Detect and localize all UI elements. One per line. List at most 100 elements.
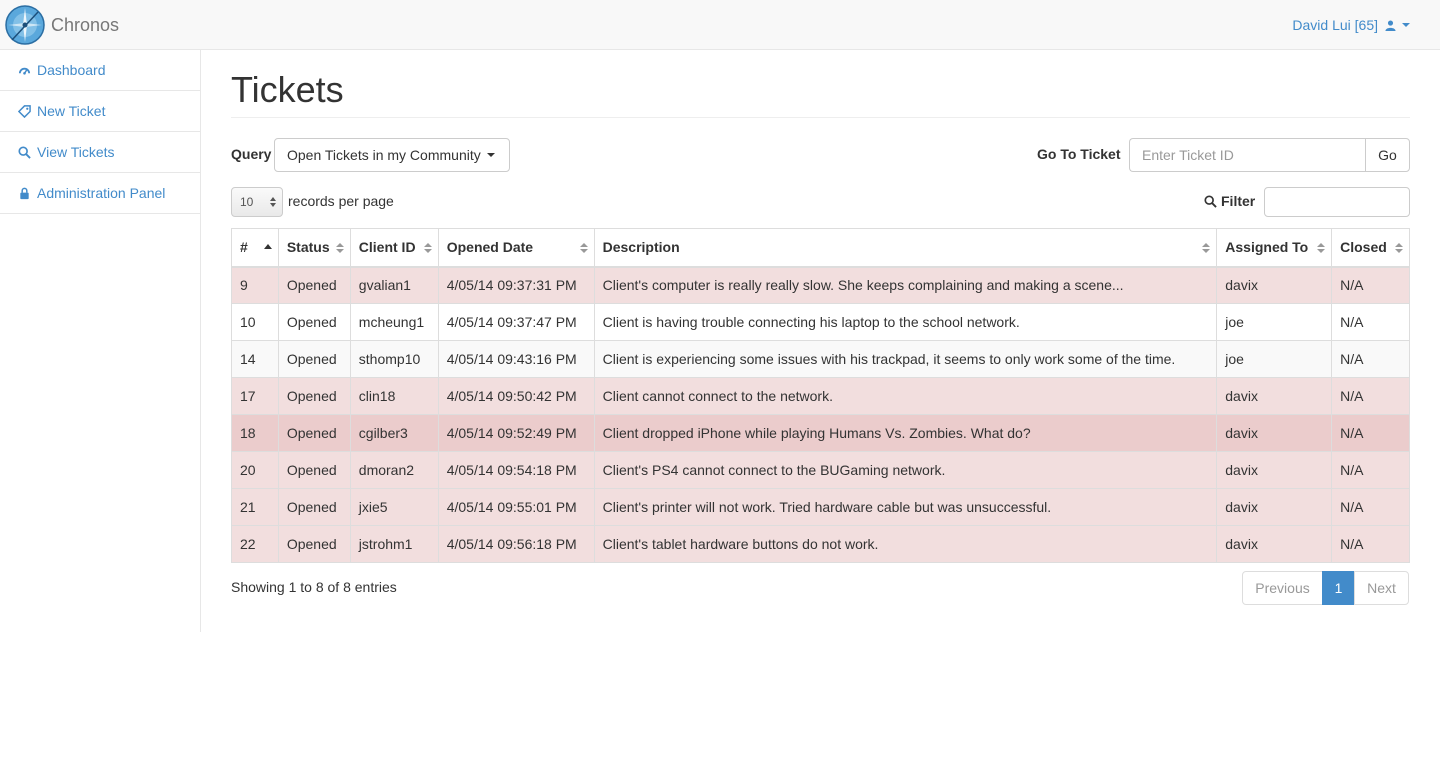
cell-assigned-to: davix xyxy=(1216,451,1333,489)
user-menu[interactable]: David Lui [65] xyxy=(1292,0,1410,50)
brand[interactable]: Chronos xyxy=(4,3,119,47)
cell-id: 21 xyxy=(231,488,279,526)
cell-client-id: mcheung1 xyxy=(349,303,439,341)
cell-id: 17 xyxy=(231,377,279,415)
user-icon xyxy=(1385,19,1396,31)
cell-closed: N/A xyxy=(1331,266,1410,304)
cell-client-id: gvalian1 xyxy=(349,266,439,304)
table-row[interactable]: 9 Opened gvalian1 4/05/14 09:37:31 PM Cl… xyxy=(231,266,1410,304)
cell-status: Opened xyxy=(277,525,351,563)
cell-opened-date: 4/05/14 09:37:31 PM xyxy=(437,266,595,304)
chronos-logo-icon xyxy=(5,5,45,45)
table-row[interactable]: 10 Opened mcheung1 4/05/14 09:37:47 PM C… xyxy=(231,303,1410,341)
table-row[interactable]: 17 Opened clin18 4/05/14 09:50:42 PM Cli… xyxy=(231,377,1410,415)
cell-id: 22 xyxy=(231,525,279,563)
cell-assigned-to: davix xyxy=(1216,488,1333,526)
tickets-table: # Status Client ID Opened Date Descripti… xyxy=(231,228,1410,563)
sidebar-item-dashboard[interactable]: Dashboard xyxy=(0,50,200,91)
cell-opened-date: 4/05/14 09:43:16 PM xyxy=(437,340,595,378)
query-selected-value: Open Tickets in my Community xyxy=(287,147,481,163)
table-row[interactable]: 21 Opened jxie5 4/05/14 09:55:01 PM Clie… xyxy=(231,488,1410,526)
cell-closed: N/A xyxy=(1331,488,1410,526)
page-1-button[interactable]: 1 xyxy=(1322,571,1355,605)
sidebar-item-view-tickets[interactable]: View Tickets xyxy=(0,132,200,173)
cell-assigned-to: joe xyxy=(1216,303,1333,341)
sidebar-item-label: Administration Panel xyxy=(37,185,166,201)
cell-closed: N/A xyxy=(1331,525,1410,563)
table-row[interactable]: 22 Opened jstrohm1 4/05/14 09:56:18 PM C… xyxy=(231,525,1410,563)
sort-icon xyxy=(1395,243,1403,253)
cell-id: 10 xyxy=(231,303,279,341)
previous-page-button[interactable]: Previous xyxy=(1242,571,1323,605)
cell-client-id: sthomp10 xyxy=(349,340,439,378)
page-title: Tickets xyxy=(231,69,344,110)
sort-icon xyxy=(1202,243,1211,253)
cell-opened-date: 4/05/14 09:55:01 PM xyxy=(437,488,595,526)
column-header-assigned-to[interactable]: Assigned To xyxy=(1216,228,1333,268)
user-name: David Lui [65] xyxy=(1292,17,1378,33)
sidebar-item-label: View Tickets xyxy=(37,144,115,160)
cell-assigned-to: davix xyxy=(1216,266,1333,304)
sidebar-item-new-ticket[interactable]: New Ticket xyxy=(0,91,200,132)
go-button[interactable]: Go xyxy=(1365,138,1410,172)
cell-description: Client dropped iPhone while playing Huma… xyxy=(593,414,1218,452)
sort-icon xyxy=(579,243,588,253)
query-label: Query xyxy=(231,146,272,162)
cell-status: Opened xyxy=(277,266,351,304)
sort-asc-icon xyxy=(263,244,272,249)
records-per-page-select[interactable]: 10 xyxy=(231,187,283,217)
cell-assigned-to: davix xyxy=(1216,414,1333,452)
cell-status: Opened xyxy=(277,303,351,341)
chevron-down-icon xyxy=(1402,23,1410,27)
cell-status: Opened xyxy=(277,488,351,526)
cell-id: 9 xyxy=(231,266,279,304)
sort-icon xyxy=(423,243,432,253)
column-header-closed[interactable]: Closed xyxy=(1331,228,1410,268)
column-header-client-id[interactable]: Client ID xyxy=(349,228,439,268)
cell-client-id: jstrohm1 xyxy=(349,525,439,563)
query-dropdown[interactable]: Open Tickets in my Community xyxy=(274,138,510,172)
column-header-description[interactable]: Description xyxy=(593,228,1218,268)
chevron-down-icon xyxy=(486,153,495,157)
cell-closed: N/A xyxy=(1331,303,1410,341)
filter-input[interactable] xyxy=(1264,187,1410,217)
cell-description: Client is experiencing some issues with … xyxy=(593,340,1218,378)
cell-assigned-to: davix xyxy=(1216,377,1333,415)
goto-ticket-label: Go To Ticket xyxy=(1037,146,1121,162)
sidebar: Dashboard New Ticket View Tickets Admini… xyxy=(0,50,201,632)
tag-icon xyxy=(18,104,31,118)
table-info: Showing 1 to 8 of 8 entries xyxy=(231,579,397,595)
sidebar-item-label: New Ticket xyxy=(37,103,106,119)
select-arrows-icon xyxy=(270,197,276,207)
cell-closed: N/A xyxy=(1331,414,1410,452)
top-navbar: Chronos David Lui [65] xyxy=(0,0,1440,50)
table-header-row: # Status Client ID Opened Date Descripti… xyxy=(231,228,1410,268)
cell-opened-date: 4/05/14 09:52:49 PM xyxy=(437,414,595,452)
ticket-id-input[interactable] xyxy=(1129,138,1366,172)
cell-closed: N/A xyxy=(1331,377,1410,415)
cell-opened-date: 4/05/14 09:56:18 PM xyxy=(437,525,595,563)
table-row[interactable]: 20 Opened dmoran2 4/05/14 09:54:18 PM Cl… xyxy=(231,451,1410,489)
filter-label-text: Filter xyxy=(1221,193,1256,209)
column-header-id[interactable]: # xyxy=(231,228,279,268)
column-header-status[interactable]: Status xyxy=(277,228,351,268)
column-header-opened-date[interactable]: Opened Date xyxy=(437,228,595,268)
cell-description: Client's computer is really really slow.… xyxy=(593,266,1218,304)
cell-client-id: dmoran2 xyxy=(349,451,439,489)
dashboard-icon xyxy=(18,67,31,75)
next-page-button[interactable]: Next xyxy=(1354,571,1409,605)
sort-icon xyxy=(335,243,344,253)
sidebar-item-administration-panel[interactable]: Administration Panel xyxy=(0,173,200,214)
cell-closed: N/A xyxy=(1331,340,1410,378)
cell-opened-date: 4/05/14 09:37:47 PM xyxy=(437,303,595,341)
search-icon xyxy=(1204,194,1217,208)
cell-id: 18 xyxy=(231,414,279,452)
cell-opened-date: 4/05/14 09:50:42 PM xyxy=(437,377,595,415)
table-row[interactable]: 14 Opened sthomp10 4/05/14 09:43:16 PM C… xyxy=(231,340,1410,378)
sort-icon xyxy=(1317,243,1326,253)
cell-id: 20 xyxy=(231,451,279,489)
title-divider xyxy=(231,117,1410,118)
table-row[interactable]: 18 Opened cgilber3 4/05/14 09:52:49 PM C… xyxy=(231,414,1410,452)
cell-client-id: clin18 xyxy=(349,377,439,415)
cell-id: 14 xyxy=(231,340,279,378)
